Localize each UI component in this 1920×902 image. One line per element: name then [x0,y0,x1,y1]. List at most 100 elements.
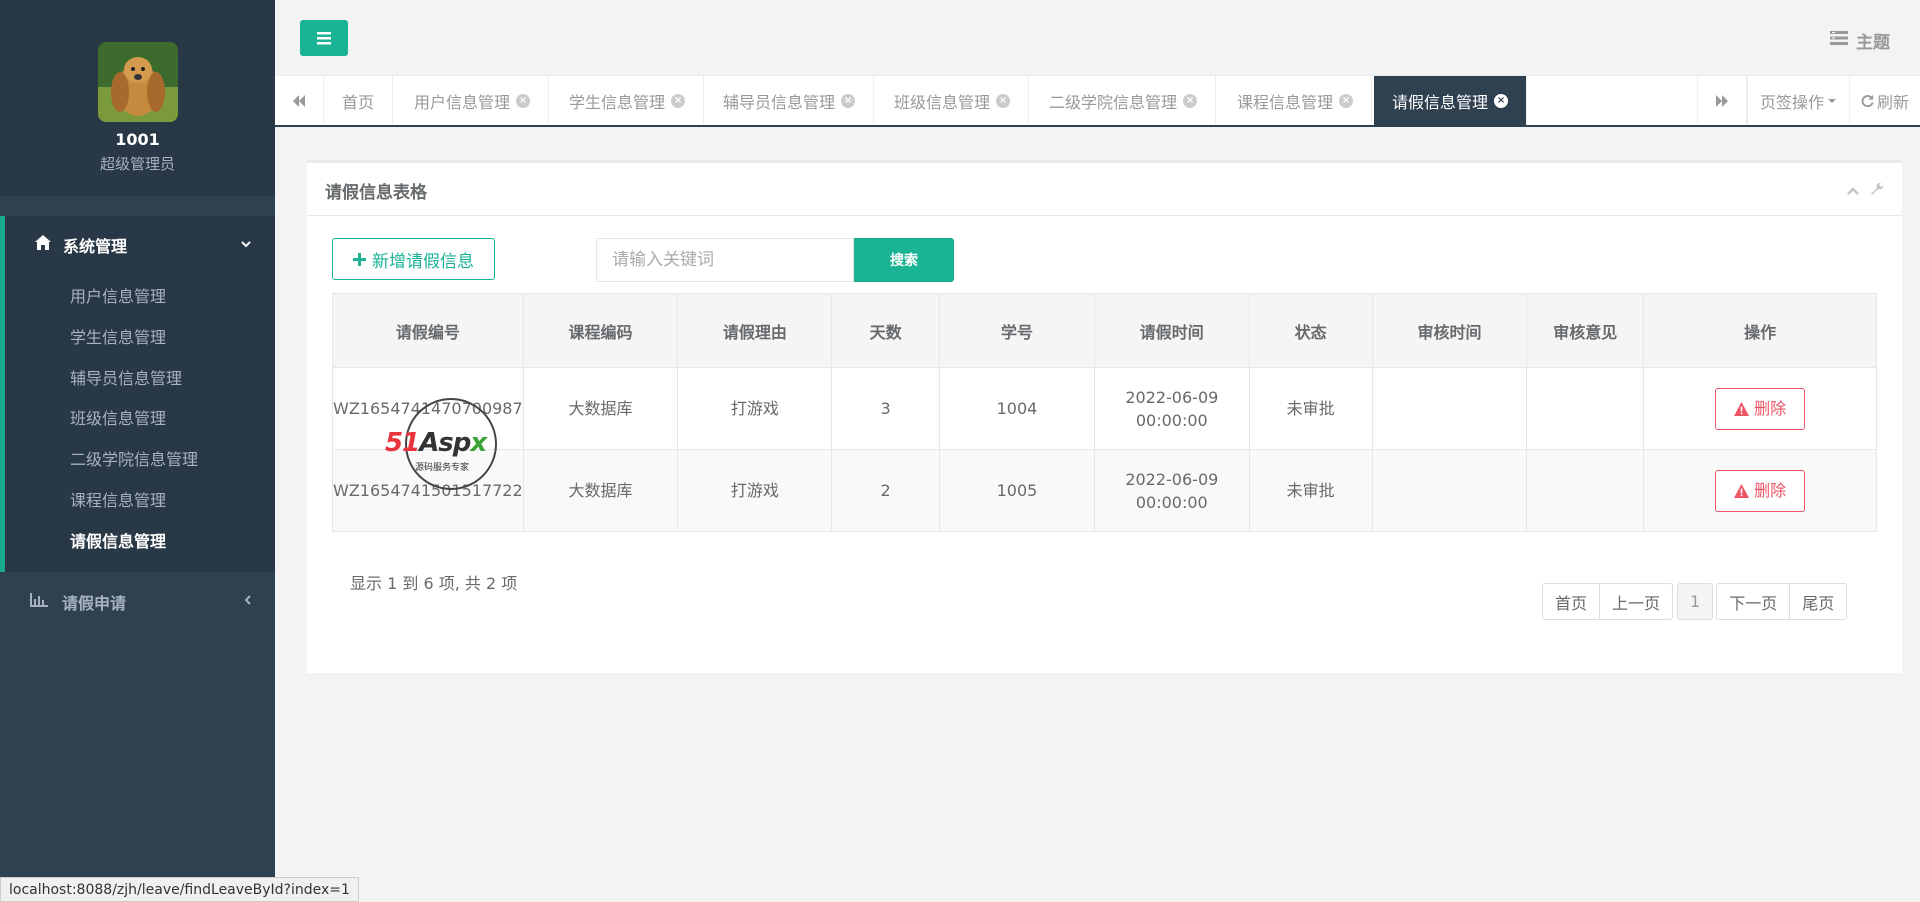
column-header[interactable]: 请假编号 [332,293,524,368]
warning-icon [1734,483,1750,498]
tab-course-info[interactable]: 课程信息管理 × [1219,76,1373,125]
sidebar-item-student-info[interactable]: 学生信息管理 [70,324,166,348]
nav-system-management[interactable]: 系统管理 [5,216,275,272]
tab-user-info-label: 用户信息管理 [414,92,511,112]
leave-info-panel: 请假信息表格 新增请假信息 搜索 请假编号 课程编码 请假理由 天数 学号 [307,160,1902,673]
close-icon[interactable]: × [1494,93,1509,108]
tab-counselor-info[interactable]: 辅导员信息管理 × [705,76,875,125]
cell-leave-id: WZ1654741501517722 [332,449,524,532]
cell-review-note [1526,367,1645,450]
nav-group-system: 系统管理 用户信息管理 学生信息管理 辅导员信息管理 班级信息管理 二级学院信息… [0,216,275,572]
tab-home[interactable]: 首页 [324,76,394,125]
plus-icon [353,252,366,266]
page-operations-dropdown[interactable]: 页签操作 [1747,76,1849,125]
refresh-icon [1861,94,1874,107]
tab-leave-info[interactable]: 请假信息管理 × [1374,76,1528,125]
refresh-button[interactable]: 刷新 [1849,76,1920,125]
tab-scroll-left-button[interactable] [275,76,324,125]
cell-reason: 打游戏 [677,449,833,532]
table-header-row: 请假编号 课程编码 请假理由 天数 学号 请假时间 状态 审核时间 审核意见 操… [332,293,1877,368]
wrench-icon[interactable] [1870,181,1884,200]
tab-student-info-label: 学生信息管理 [569,92,666,112]
delete-label: 删除 [1754,399,1787,418]
hamburger-icon [317,32,331,45]
theme-button[interactable]: 主题 [1830,28,1890,53]
column-header[interactable]: 请假理由 [677,293,833,368]
tab-student-info[interactable]: 学生信息管理 × [551,76,705,125]
cell-days: 2 [831,449,941,532]
column-header[interactable]: 状态 [1248,293,1373,368]
sidebar-item-course-info[interactable]: 课程信息管理 [70,487,166,511]
column-header[interactable]: 请假时间 [1093,293,1250,368]
search-button[interactable]: 搜索 [854,238,954,282]
leave-date: 2022-06-09 [1125,387,1219,407]
nav-leave-application-label: 请假申请 [62,594,127,613]
sidebar-item-counselor-info[interactable]: 辅导员信息管理 [70,365,182,389]
sidebar-item-college-info[interactable]: 二级学院信息管理 [70,446,198,470]
cell-review-time [1371,367,1528,450]
close-icon[interactable]: × [1339,93,1354,108]
page-prev-button[interactable]: 上一页 [1599,583,1674,620]
sidebar-item-leave-info[interactable]: 请假信息管理 [70,528,166,552]
table-row[interactable]: WZ1654741470700987 大数据库 打游戏 3 1004 2022-… [332,367,1877,450]
page-first-button[interactable]: 首页 [1542,583,1601,620]
page-last-button[interactable]: 尾页 [1789,583,1848,620]
cell-review-time [1371,449,1528,532]
sidebar-item-user-info[interactable]: 用户信息管理 [70,283,166,307]
tab-college-info-label: 二级学院信息管理 [1049,92,1178,112]
add-leave-label: 新增请假信息 [372,251,474,272]
cell-reason: 打游戏 [677,367,833,450]
column-header[interactable]: 天数 [831,293,941,368]
collapse-icon[interactable] [1846,181,1860,200]
caret-down-icon [1828,98,1836,103]
avatar[interactable] [98,42,178,122]
chevron-down-icon [240,235,252,254]
pagination-info: 显示 1 到 6 项, 共 2 项 [350,574,518,593]
page-current[interactable]: 1 [1677,583,1714,620]
column-header[interactable]: 审核时间 [1371,293,1528,368]
close-icon[interactable]: × [841,93,856,108]
tab-college-info[interactable]: 二级学院信息管理 × [1031,76,1217,125]
warning-icon [1734,401,1750,416]
sidebar: 1001 超级管理员 系统管理 用户信息管理 学生信息管理 辅导员信息管理 班级… [0,0,275,902]
tab-course-info-label: 课程信息管理 [1237,92,1334,112]
double-chevron-left-icon [293,94,305,107]
close-icon[interactable]: × [1183,93,1198,108]
chevron-left-icon [243,591,253,610]
close-icon[interactable]: × [671,93,686,108]
add-leave-button[interactable]: 新增请假信息 [332,238,495,280]
double-chevron-right-icon [1716,94,1728,107]
delete-label: 删除 [1754,481,1787,500]
tab-home-label: 首页 [342,92,375,112]
tab-scroll-right-button[interactable] [1697,76,1747,125]
table-row[interactable]: WZ1654741501517722 大数据库 打游戏 2 1005 2022-… [332,449,1877,532]
search-input[interactable] [596,238,854,282]
column-header[interactable]: 课程编码 [522,293,679,368]
nav-leave-application[interactable]: 请假申请 [0,572,275,628]
theme-label: 主题 [1856,33,1890,53]
tab-class-info[interactable]: 班级信息管理 × [876,76,1030,125]
column-header[interactable]: 学号 [939,293,1095,368]
page-next-button[interactable]: 下一页 [1716,583,1791,620]
cell-student-id: 1005 [939,449,1095,532]
leave-date: 2022-06-09 [1125,469,1219,489]
sidebar-item-class-info[interactable]: 班级信息管理 [70,405,166,429]
cell-course: 大数据库 [522,449,679,532]
close-icon[interactable]: × [996,93,1011,108]
leave-clock: 00:00:00 [1135,492,1208,512]
leave-table: 请假编号 课程编码 请假理由 天数 学号 请假时间 状态 审核时间 审核意见 操… [332,293,1877,532]
close-icon[interactable]: × [516,93,531,108]
cell-status: 未审批 [1248,449,1373,532]
menu-toggle-button[interactable] [300,20,348,56]
delete-button[interactable]: 删除 [1715,387,1806,430]
tab-user-info[interactable]: 用户信息管理 × [396,76,550,125]
profile-panel: 1001 超级管理员 [0,0,275,196]
tab-counselor-info-label: 辅导员信息管理 [723,92,836,112]
profile-name[interactable]: 1001 [0,130,275,149]
panel-header: 请假信息表格 [307,163,1902,216]
delete-button[interactable]: 删除 [1715,469,1806,512]
refresh-label: 刷新 [1876,92,1909,112]
tab-leave-info-label: 请假信息管理 [1392,92,1489,112]
cell-actions: 删除 [1643,449,1877,532]
column-header[interactable]: 审核意见 [1526,293,1645,368]
